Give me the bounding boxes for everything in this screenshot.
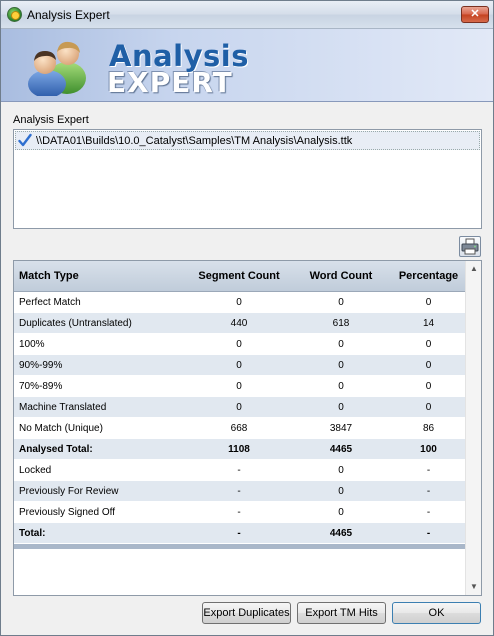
- cell-percentage: -: [426, 527, 431, 539]
- table-row[interactable]: 70%-89% 0 0 0: [14, 376, 465, 397]
- cell-word-count: 0: [338, 401, 344, 413]
- column-header-percentage[interactable]: Percentage: [392, 261, 465, 291]
- cell-word-count: 0: [338, 380, 344, 392]
- printer-icon[interactable]: [460, 237, 480, 256]
- table-row[interactable]: Previously Signed Off - 0 -: [14, 502, 465, 523]
- cell-percentage: 14: [422, 317, 435, 329]
- cell-segment-count: 0: [236, 359, 242, 371]
- table-row[interactable]: No Match (Unique) 668 3847 86: [14, 418, 465, 439]
- cell-word-count: 0: [338, 464, 344, 476]
- banner: Analysis EXPERT: [1, 29, 493, 102]
- cell-segment-count: -: [237, 485, 241, 497]
- cell-percentage: -: [426, 485, 431, 497]
- table-row[interactable]: Total: - 4465 -: [14, 523, 465, 544]
- users-logo-icon: [28, 41, 86, 96]
- cell-segment-count: 0: [236, 401, 242, 413]
- cell-word-count: 0: [338, 359, 344, 371]
- cell-match-type: Machine Translated: [19, 401, 107, 413]
- close-icon[interactable]: ✕: [470, 8, 479, 20]
- cell-match-type: Analysed Total:: [19, 443, 93, 455]
- file-path: \\DATA01\Builds\10.0_Catalyst\Samples\TM…: [36, 135, 353, 147]
- cell-word-count: 0: [338, 506, 344, 518]
- table-row[interactable]: Locked - 0 -: [14, 460, 465, 481]
- cell-word-count: 0: [338, 296, 344, 308]
- analysis-expert-window: Analysis Expert ✕ Analysis EXPERT Analys…: [0, 0, 494, 636]
- cell-match-type: Perfect Match: [19, 296, 81, 308]
- cell-word-count: 4465: [329, 527, 353, 539]
- table-row[interactable]: 100% 0 0 0: [14, 334, 465, 355]
- table-footer-bar: [14, 544, 465, 549]
- cell-percentage: 0: [425, 338, 432, 350]
- analysis-table: Match Type Segment Count Word Count Perc…: [13, 260, 482, 596]
- cell-segment-count: -: [237, 506, 241, 518]
- cell-match-type: 100%: [19, 338, 45, 350]
- cell-match-type: 90%-99%: [19, 359, 63, 371]
- column-header-match-type[interactable]: Match Type: [19, 261, 179, 291]
- cell-segment-count: 0: [236, 380, 242, 392]
- title-bar: Analysis Expert ✕: [1, 1, 493, 29]
- table-row[interactable]: Machine Translated 0 0 0: [14, 397, 465, 418]
- export-tm-hits-button[interactable]: Export TM Hits: [297, 602, 386, 624]
- cell-match-type: Previously Signed Off: [19, 506, 115, 518]
- table-row[interactable]: Duplicates (Untranslated) 440 618 14: [14, 313, 465, 334]
- cell-segment-count: 0: [236, 338, 242, 350]
- table-row[interactable]: Previously For Review - 0 -: [14, 481, 465, 502]
- cell-segment-count: 668: [230, 422, 248, 434]
- table-row[interactable]: 90%-99% 0 0 0: [14, 355, 465, 376]
- cell-match-type: Duplicates (Untranslated): [19, 317, 132, 329]
- banner-title-expert: EXPERT: [107, 66, 233, 99]
- file-list-item[interactable]: \\DATA01\Builds\10.0_Catalyst\Samples\TM…: [15, 131, 480, 150]
- cell-percentage: 0: [425, 296, 432, 308]
- cell-segment-count: 440: [230, 317, 248, 329]
- export-duplicates-button[interactable]: Export Duplicates: [202, 602, 291, 624]
- cell-match-type: Previously For Review: [19, 485, 119, 497]
- table-row[interactable]: Perfect Match 0 0 0: [14, 292, 465, 313]
- cell-word-count: 0: [338, 338, 344, 350]
- window-title: Analysis Expert: [27, 8, 110, 22]
- cell-percentage: -: [426, 506, 431, 518]
- table-body: Perfect Match 0 0 0 Duplicates (Untranslated…: [14, 292, 465, 544]
- app-globe-icon: [7, 7, 22, 22]
- cell-segment-count: -: [237, 464, 241, 476]
- print-button[interactable]: [459, 236, 481, 257]
- cell-percentage: 0: [425, 380, 432, 392]
- cell-match-type: 70%-89%: [19, 380, 63, 392]
- file-list[interactable]: \\DATA01\Builds\10.0_Catalyst\Samples\TM…: [13, 129, 482, 229]
- vertical-scrollbar[interactable]: ▲ ▼: [465, 261, 481, 595]
- close-button[interactable]: ✕: [461, 6, 489, 23]
- cell-match-type: Total:: [19, 527, 46, 539]
- scroll-up-arrow-icon[interactable]: ▲: [466, 261, 481, 277]
- cell-segment-count: -: [237, 527, 241, 539]
- cell-word-count: 3847: [329, 422, 353, 434]
- cell-segment-count: 0: [236, 296, 242, 308]
- table-header: Match Type Segment Count Word Count Perc…: [14, 261, 465, 292]
- ok-button[interactable]: OK: [392, 602, 481, 624]
- scroll-down-arrow-icon[interactable]: ▼: [466, 579, 481, 595]
- cell-word-count: 618: [332, 317, 350, 329]
- cell-segment-count: 1108: [228, 443, 250, 455]
- cell-word-count: 4465: [329, 443, 353, 455]
- section-label: Analysis Expert: [13, 114, 89, 126]
- column-header-word-count[interactable]: Word Count: [290, 261, 392, 291]
- cell-percentage: -: [426, 464, 431, 476]
- cell-word-count: 0: [338, 485, 344, 497]
- cell-percentage: 0: [425, 401, 432, 413]
- table-row[interactable]: Analysed Total: 1108 4465 100: [14, 439, 465, 460]
- column-header-segment-count[interactable]: Segment Count: [184, 261, 294, 291]
- cell-percentage: 100: [420, 443, 437, 455]
- cell-percentage: 0: [425, 359, 432, 371]
- cell-percentage: 86: [422, 422, 435, 434]
- cell-match-type: No Match (Unique): [19, 422, 103, 434]
- cell-match-type: Locked: [19, 464, 52, 476]
- checkmark-icon[interactable]: [18, 133, 32, 148]
